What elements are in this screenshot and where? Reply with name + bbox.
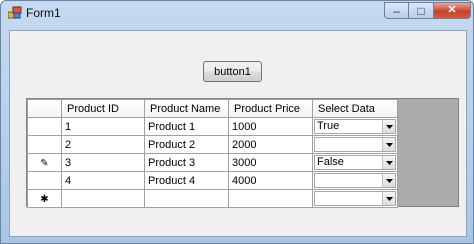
cell-select-data[interactable]: False bbox=[312, 153, 398, 172]
select-data-value: False bbox=[317, 156, 344, 168]
maximize-button[interactable]: □ bbox=[409, 2, 434, 19]
cell-select-data[interactable] bbox=[312, 171, 398, 190]
cell-product-id[interactable]: 3 bbox=[61, 153, 145, 172]
row-header-editing[interactable]: ✎ bbox=[27, 153, 62, 172]
select-data-value: True bbox=[317, 120, 340, 132]
cell-product-id[interactable]: 4 bbox=[61, 171, 145, 190]
form-client-area: button1 Product ID Product Name Product … bbox=[9, 30, 467, 237]
select-data-dropdown[interactable] bbox=[314, 191, 396, 206]
form1-window: Form1 – □ ✕ button1 Product ID Product N… bbox=[0, 0, 474, 244]
select-data-dropdown[interactable]: False bbox=[314, 155, 396, 170]
cell-product-name[interactable]: Product 1 bbox=[144, 117, 229, 136]
chevron-down-icon[interactable] bbox=[382, 192, 395, 205]
row-header[interactable] bbox=[27, 171, 62, 190]
grid-header-row: Product ID Product Name Product Price Se… bbox=[27, 99, 398, 118]
table-row[interactable]: 1 Product 1 1000 True bbox=[27, 117, 398, 136]
column-header-product-name[interactable]: Product Name bbox=[144, 99, 229, 118]
table-row[interactable]: 4 Product 4 4000 bbox=[27, 171, 398, 190]
new-row[interactable]: ✱ bbox=[27, 189, 398, 208]
data-grid-view[interactable]: Product ID Product Name Product Price Se… bbox=[26, 98, 459, 208]
row-header-new[interactable]: ✱ bbox=[27, 189, 62, 208]
grid-corner-header[interactable] bbox=[27, 99, 62, 118]
column-header-product-id[interactable]: Product ID bbox=[61, 99, 145, 118]
title-bar[interactable]: Form1 – □ ✕ bbox=[1, 1, 473, 25]
chevron-down-icon[interactable] bbox=[382, 174, 395, 187]
cell-product-price[interactable]: 4000 bbox=[228, 171, 313, 190]
select-data-dropdown[interactable] bbox=[314, 173, 396, 188]
close-button[interactable]: ✕ bbox=[434, 2, 471, 19]
minimize-icon: – bbox=[393, 3, 400, 18]
close-icon: ✕ bbox=[447, 4, 457, 16]
table-row[interactable]: 2 Product 2 2000 bbox=[27, 135, 398, 154]
cell-product-name[interactable]: Product 3 bbox=[144, 153, 229, 172]
cell-select-data[interactable]: True bbox=[312, 117, 398, 136]
cell-product-name[interactable] bbox=[144, 189, 229, 208]
new-row-asterisk-icon: ✱ bbox=[40, 193, 49, 205]
button1[interactable]: button1 bbox=[203, 61, 262, 82]
cell-product-price[interactable]: 3000 bbox=[228, 153, 313, 172]
grid-table: Product ID Product Name Product Price Se… bbox=[27, 99, 398, 208]
cell-product-id[interactable]: 2 bbox=[61, 135, 145, 154]
cell-product-price[interactable]: 2000 bbox=[228, 135, 313, 154]
maximize-icon: □ bbox=[417, 3, 425, 18]
cell-product-price[interactable] bbox=[228, 189, 313, 208]
column-header-select-data[interactable]: Select Data bbox=[312, 99, 398, 118]
cell-product-id[interactable]: 1 bbox=[61, 117, 145, 136]
cell-select-data[interactable] bbox=[312, 135, 398, 154]
cell-product-price[interactable]: 1000 bbox=[228, 117, 313, 136]
select-data-dropdown[interactable] bbox=[314, 137, 396, 152]
minimize-button[interactable]: – bbox=[384, 2, 409, 19]
form-icon bbox=[8, 6, 22, 19]
cell-product-id[interactable] bbox=[61, 189, 145, 208]
row-header[interactable] bbox=[27, 135, 62, 154]
select-data-dropdown[interactable]: True bbox=[314, 119, 396, 134]
table-row[interactable]: ✎ 3 Product 3 3000 False bbox=[27, 153, 398, 172]
chevron-down-icon[interactable] bbox=[382, 138, 395, 151]
chevron-down-icon[interactable] bbox=[382, 156, 395, 169]
cell-select-data[interactable] bbox=[312, 189, 398, 208]
column-header-product-price[interactable]: Product Price bbox=[228, 99, 313, 118]
cell-product-name[interactable]: Product 2 bbox=[144, 135, 229, 154]
pencil-icon: ✎ bbox=[40, 157, 49, 169]
row-header[interactable] bbox=[27, 117, 62, 136]
window-title: Form1 bbox=[26, 6, 61, 20]
chevron-down-icon[interactable] bbox=[382, 120, 395, 133]
cell-product-name[interactable]: Product 4 bbox=[144, 171, 229, 190]
